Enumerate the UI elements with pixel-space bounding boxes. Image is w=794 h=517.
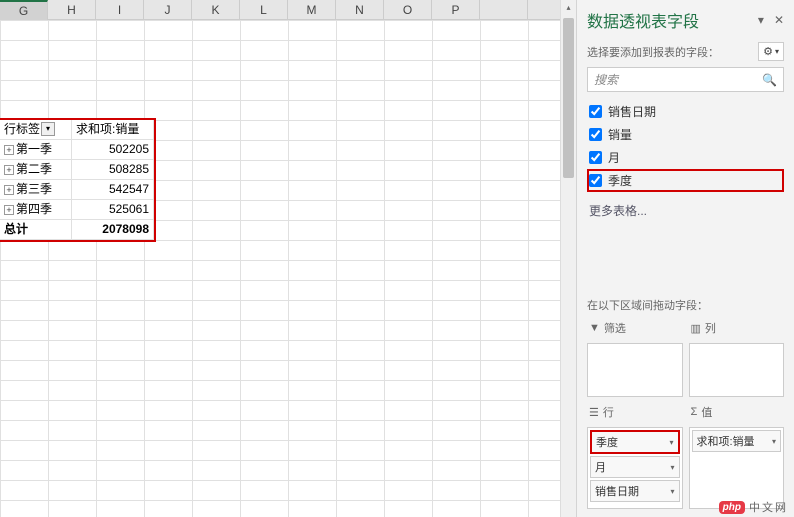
chevron-down-icon[interactable]: ▾ bbox=[772, 437, 776, 446]
pivot-value-header[interactable]: 求和项:销量 bbox=[72, 120, 154, 140]
column-header-P[interactable]: P bbox=[432, 0, 480, 19]
pivot-total-label[interactable]: 总计 bbox=[0, 220, 72, 240]
grid-body[interactable]: 行标签 ▾ 求和项:销量 +第一季502205+第二季508285+第三季542… bbox=[0, 20, 576, 517]
column-header-pad[interactable] bbox=[480, 0, 528, 19]
field-list: 销售日期销量月季度 bbox=[577, 100, 794, 198]
pivot-row-label[interactable]: +第一季 bbox=[0, 140, 72, 160]
spreadsheet-grid[interactable]: GHIJKLMNOP 行标签 ▾ 求和项:销量 +第一季502205+第二季50… bbox=[0, 0, 576, 517]
sigma-icon: Σ bbox=[691, 406, 698, 418]
watermark-logo: php bbox=[719, 501, 745, 514]
gear-icon: ⚙ bbox=[763, 45, 773, 58]
chevron-down-icon: ▾ bbox=[775, 47, 779, 56]
column-header-M[interactable]: M bbox=[288, 0, 336, 19]
pivot-row-label[interactable]: +第二季 bbox=[0, 160, 72, 180]
expand-icon[interactable]: + bbox=[4, 145, 14, 155]
area-item-label: 季度 bbox=[596, 434, 618, 450]
field-label: 月 bbox=[608, 149, 620, 166]
column-header-K[interactable]: K bbox=[192, 0, 240, 19]
column-header-J[interactable]: J bbox=[144, 0, 192, 19]
columns-drop-area[interactable] bbox=[689, 343, 785, 397]
pane-header: 数据透视表字段 ▾ ✕ bbox=[577, 0, 794, 38]
pivot-row-value[interactable]: 525061 bbox=[72, 200, 154, 220]
pane-title: 数据透视表字段 bbox=[587, 8, 699, 32]
rows-area-title: ☰行 bbox=[587, 401, 683, 423]
field-label: 销量 bbox=[608, 126, 632, 143]
column-header-L[interactable]: L bbox=[240, 0, 288, 19]
field-settings-button[interactable]: ⚙ ▾ bbox=[758, 42, 784, 61]
search-icon: 🔍 bbox=[762, 73, 777, 87]
field-item[interactable]: 销售日期 bbox=[587, 100, 784, 123]
watermark-text: 中文网 bbox=[749, 499, 788, 515]
column-header-row: GHIJKLMNOP bbox=[0, 0, 576, 20]
filter-area-title: ▼筛选 bbox=[587, 317, 683, 339]
column-header-H[interactable]: H bbox=[48, 0, 96, 19]
pivot-row-label[interactable]: +第四季 bbox=[0, 200, 72, 220]
rows-icon: ☰ bbox=[589, 406, 599, 419]
columns-icon: ▥ bbox=[691, 322, 701, 335]
chevron-down-icon[interactable]: ▾ bbox=[670, 463, 674, 472]
rows-drop-area[interactable]: 季度▾月▾销售日期▾ bbox=[587, 427, 683, 509]
field-item[interactable]: 销量 bbox=[587, 123, 784, 146]
rows-area-item[interactable]: 销售日期 ▾ bbox=[590, 480, 680, 502]
pivot-row-value[interactable]: 502205 bbox=[72, 140, 154, 160]
pane-close-icon[interactable]: ✕ bbox=[774, 13, 784, 27]
pivot-row-value[interactable]: 542547 bbox=[72, 180, 154, 200]
area-item-label: 月 bbox=[595, 459, 606, 475]
watermark: php 中文网 bbox=[719, 499, 788, 515]
rows-area-item[interactable]: 月▾ bbox=[590, 456, 680, 478]
pane-subtitle: 选择要添加到报表的字段： bbox=[587, 44, 719, 60]
pivot-fields-pane: 数据透视表字段 ▾ ✕ 选择要添加到报表的字段： ⚙ ▾ 搜索 🔍 销售日期销量… bbox=[576, 0, 794, 517]
field-checkbox[interactable] bbox=[589, 174, 602, 187]
scroll-up-icon[interactable]: ▴ bbox=[561, 0, 576, 16]
expand-icon[interactable]: + bbox=[4, 205, 14, 215]
areas-grid: ▼筛选 ▥列 ☰行 Σ值 季度▾月▾销售日期▾ 求和项:销量▾ bbox=[577, 317, 794, 517]
filter-icon: ▼ bbox=[589, 322, 600, 334]
field-label: 销售日期 bbox=[608, 103, 656, 120]
pivot-row-header[interactable]: 行标签 ▾ bbox=[0, 120, 72, 140]
values-drop-area[interactable]: 求和项:销量 ▾ bbox=[689, 427, 785, 509]
field-item[interactable]: 季度 bbox=[587, 169, 784, 192]
field-checkbox[interactable] bbox=[589, 128, 602, 141]
field-checkbox[interactable] bbox=[589, 151, 602, 164]
pane-dropdown-icon[interactable]: ▾ bbox=[758, 13, 764, 27]
field-label: 季度 bbox=[608, 172, 632, 189]
pivot-row-label[interactable]: +第三季 bbox=[0, 180, 72, 200]
area-item-label: 销售日期 bbox=[595, 483, 639, 499]
areas-drag-label: 在以下区域间拖动字段： bbox=[577, 291, 794, 317]
filter-drop-area[interactable] bbox=[587, 343, 683, 397]
area-item-label: 求和项:销量 bbox=[697, 433, 755, 449]
pivot-total-value[interactable]: 2078098 bbox=[72, 220, 154, 240]
column-header-N[interactable]: N bbox=[336, 0, 384, 19]
field-checkbox[interactable] bbox=[589, 105, 602, 118]
chevron-down-icon[interactable]: ▾ bbox=[670, 487, 674, 496]
values-area-item[interactable]: 求和项:销量 ▾ bbox=[692, 430, 782, 452]
scroll-thumb[interactable] bbox=[563, 18, 574, 178]
filter-dropdown-icon[interactable]: ▾ bbox=[41, 122, 55, 136]
chevron-down-icon[interactable]: ▾ bbox=[669, 438, 673, 447]
more-tables-link[interactable]: 更多表格... bbox=[577, 198, 794, 223]
field-item[interactable]: 月 bbox=[587, 146, 784, 169]
column-header-I[interactable]: I bbox=[96, 0, 144, 19]
expand-icon[interactable]: + bbox=[4, 165, 14, 175]
pivot-row-header-label: 行标签 bbox=[4, 120, 40, 138]
columns-area-title: ▥列 bbox=[689, 317, 785, 339]
grid-lines bbox=[0, 20, 576, 517]
expand-icon[interactable]: + bbox=[4, 185, 14, 195]
field-search-input[interactable]: 搜索 🔍 bbox=[587, 67, 784, 92]
pane-subtitle-row: 选择要添加到报表的字段： ⚙ ▾ bbox=[577, 38, 794, 67]
column-header-G[interactable]: G bbox=[0, 0, 48, 20]
rows-area-item[interactable]: 季度 ▾ bbox=[590, 430, 680, 454]
vertical-scrollbar[interactable]: ▴ bbox=[560, 0, 576, 517]
column-header-O[interactable]: O bbox=[384, 0, 432, 19]
pivot-row-value[interactable]: 508285 bbox=[72, 160, 154, 180]
search-placeholder: 搜索 bbox=[594, 71, 618, 88]
values-area-title: Σ值 bbox=[689, 401, 785, 423]
